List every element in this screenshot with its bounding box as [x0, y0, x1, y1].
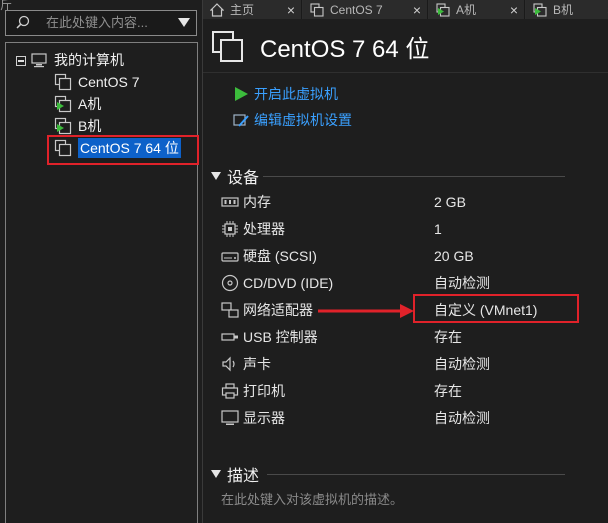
device-value: 20 GB: [434, 248, 474, 264]
triangle-down-icon: [211, 470, 221, 478]
vm-running-icon: [533, 2, 547, 17]
device-value: 自动检测: [434, 356, 490, 372]
device-row-display[interactable]: 显示器 自动检测: [221, 408, 601, 428]
tab-a[interactable]: A机 ×: [429, 0, 525, 19]
device-row-usb[interactable]: USB 控制器 存在: [221, 327, 601, 347]
page-title: CentOS 7 64 位: [260, 36, 430, 63]
computer-icon: [31, 53, 47, 68]
play-icon: [235, 87, 248, 101]
device-name: 硬盘 (SCSI): [243, 248, 317, 264]
devices-section-toggle[interactable]: 设备: [211, 164, 259, 188]
device-value: 自动检测: [434, 410, 490, 426]
close-icon[interactable]: ×: [287, 2, 295, 18]
speaker-icon: [222, 356, 235, 372]
vm-icon: [54, 73, 72, 91]
power-on-link[interactable]: 开启此虚拟机: [233, 84, 338, 104]
device-value: 1: [434, 221, 442, 237]
device-name: 声卡: [243, 356, 271, 372]
vm-header: CentOS 7 64 位: [203, 19, 608, 73]
description-section-toggle[interactable]: 描述: [211, 462, 259, 486]
device-row-printer[interactable]: 打印机 存在: [221, 381, 601, 401]
vm-icon: [212, 31, 243, 62]
device-name: 网络适配器: [243, 302, 313, 318]
tree-item-centos7[interactable]: CentOS 7: [54, 72, 139, 92]
devices-heading: 设备: [227, 170, 260, 187]
home-icon: [210, 2, 224, 17]
library-search-box[interactable]: [5, 10, 197, 36]
printer-icon: [221, 383, 239, 399]
tree-item-a[interactable]: A机: [54, 94, 101, 114]
device-value: 存在: [434, 329, 462, 345]
device-name: 内存: [243, 194, 271, 210]
tab-bar: 主页 × CentOS 7 × A机 × B机 ×: [203, 0, 608, 19]
cdrom-icon: [221, 274, 239, 292]
device-name: 打印机: [243, 383, 285, 399]
monitor-icon: [221, 410, 239, 425]
tree-item-my-computer[interactable]: 我的计算机: [30, 50, 124, 70]
tree-item-label: B机: [78, 118, 102, 134]
vm-summary-page: CentOS 7 64 位 开启此虚拟机 编辑虚拟机设置 设备 内存 2 GB: [203, 19, 608, 523]
harddisk-icon: [221, 252, 239, 262]
close-icon[interactable]: ×: [510, 2, 518, 18]
description-heading: 描述: [227, 468, 260, 485]
section-divider: [263, 176, 565, 177]
device-name: CD/DVD (IDE): [243, 275, 334, 291]
edit-settings-link[interactable]: 编辑虚拟机设置: [233, 110, 352, 130]
tree-item-b[interactable]: B机: [54, 116, 101, 136]
device-name: USB 控制器: [243, 329, 318, 345]
triangle-down-icon: [211, 172, 221, 180]
tab-label: 主页: [230, 3, 255, 17]
edit-settings-label: 编辑虚拟机设置: [254, 112, 352, 128]
device-row-memory[interactable]: 内存 2 GB: [221, 192, 601, 212]
usb-icon: [221, 333, 238, 341]
section-divider: [267, 474, 565, 475]
tab-b[interactable]: B机 ×: [526, 0, 608, 19]
collapse-toggle[interactable]: [16, 56, 26, 66]
search-icon: [16, 15, 30, 29]
vm-library-tree: 我的计算机 CentOS 7 A机 B机 CentOS 7 64 位: [5, 42, 198, 523]
device-name: 处理器: [243, 221, 285, 237]
vm-running-icon: [54, 117, 72, 135]
tree-item-label: 我的计算机: [54, 52, 124, 68]
tab-centos7[interactable]: CentOS 7 ×: [303, 0, 428, 19]
edit-settings-icon: [233, 114, 249, 127]
description-field[interactable]: 在此处键入对该虚拟机的描述。: [221, 489, 403, 508]
red-arrow-annotation: [318, 304, 414, 318]
device-value: 2 GB: [434, 194, 466, 210]
power-on-label: 开启此虚拟机: [254, 86, 338, 102]
vm-running-icon: [54, 95, 72, 113]
vm-icon: [310, 2, 324, 17]
network-adapter-icon: [221, 302, 239, 318]
tab-label: A机: [456, 3, 477, 17]
cpu-icon: [222, 221, 238, 237]
memory-icon: [221, 197, 239, 207]
device-row-sound[interactable]: 声卡 自动检测: [221, 354, 601, 374]
device-row-cpu[interactable]: 处理器 1: [221, 219, 601, 239]
tree-item-label: A机: [78, 96, 102, 112]
device-name: 显示器: [243, 410, 285, 426]
device-value: 存在: [434, 383, 462, 399]
vm-running-icon: [436, 2, 450, 17]
device-row-harddisk[interactable]: 硬盘 (SCSI) 20 GB: [221, 246, 601, 266]
network-value-highlight-annotation: [413, 294, 579, 323]
tab-label: B机: [553, 3, 574, 17]
library-pane: 斤 我的计算机 CentOS 7: [0, 0, 202, 523]
device-value: 自动检测: [434, 275, 490, 291]
tab-home[interactable]: 主页 ×: [203, 0, 302, 19]
device-row-cdrom[interactable]: CD/DVD (IDE) 自动检测: [221, 273, 601, 293]
selection-highlight-annotation: [47, 135, 199, 165]
tab-label: CentOS 7: [330, 2, 383, 17]
search-input[interactable]: [46, 15, 176, 30]
tree-item-label: CentOS 7: [78, 74, 140, 90]
close-icon[interactable]: ×: [413, 2, 421, 18]
triangle-down-icon[interactable]: [178, 18, 190, 27]
